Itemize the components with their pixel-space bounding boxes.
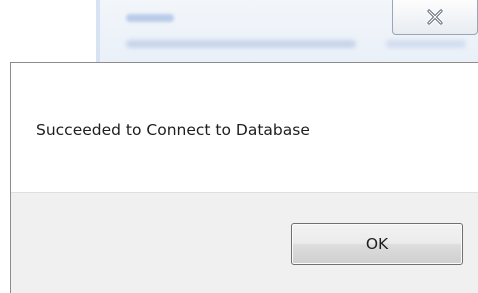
dialog-footer: OK: [11, 192, 478, 293]
background-close-button[interactable]: [392, 0, 478, 35]
background-blurred-text: [126, 14, 174, 22]
message-dialog: Succeeded to Connect to Database OK: [10, 62, 478, 293]
close-icon: [424, 9, 446, 25]
screen: Succeeded to Connect to Database OK: [0, 0, 478, 293]
background-blurred-text: [126, 40, 356, 48]
background-blurred-text: [386, 40, 466, 48]
ok-button[interactable]: OK: [291, 223, 463, 265]
background-window-edge: [96, 0, 100, 62]
dialog-message: Succeeded to Connect to Database: [36, 121, 310, 139]
dialog-content: Succeeded to Connect to Database: [11, 63, 478, 192]
